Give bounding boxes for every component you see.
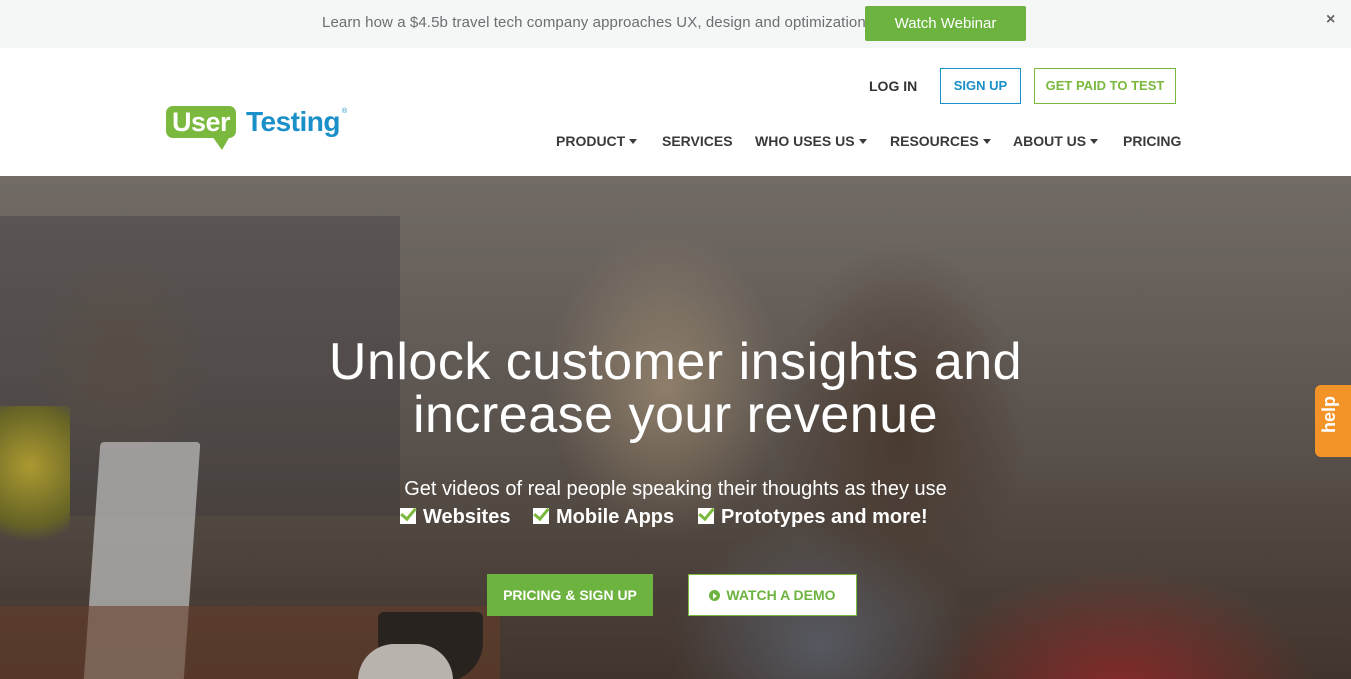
check-label: Websites xyxy=(423,506,511,528)
nav-about-us-label: ABOUT US xyxy=(1013,133,1087,149)
announcement-bar: Learn how a $4.5b travel tech company ap… xyxy=(0,0,1351,48)
nav-product-label: PRODUCT xyxy=(556,133,626,149)
login-link[interactable]: LOG IN xyxy=(869,78,917,94)
watch-demo-label: WATCH A DEMO xyxy=(726,587,836,603)
play-icon xyxy=(709,590,721,601)
hero-section: Unlock customer insights and increase yo… xyxy=(0,176,1351,679)
hero-headline-line2: increase your revenue xyxy=(412,386,938,444)
nav-pricing-label: PRICING xyxy=(1123,133,1182,149)
logo-speech-tail xyxy=(212,136,230,150)
nav-services-label: SERVICES xyxy=(662,133,733,149)
hero-headline-line1: Unlock customer insights and xyxy=(328,333,1023,391)
checkbox-icon xyxy=(698,508,714,524)
chevron-down-icon xyxy=(1090,139,1099,144)
nav-about-us[interactable]: ABOUT US xyxy=(1013,133,1099,149)
chevron-down-icon xyxy=(858,139,867,144)
announcement-text: Learn how a $4.5b travel tech company ap… xyxy=(322,14,866,31)
checkbox-icon xyxy=(400,508,416,524)
nav-product[interactable]: PRODUCT xyxy=(556,133,638,149)
checkbox-icon xyxy=(533,508,549,524)
watch-webinar-button[interactable]: Watch Webinar xyxy=(865,6,1026,41)
check-item-prototypes: Prototypes and more! xyxy=(698,506,928,529)
nav-resources[interactable]: RESOURCES xyxy=(890,133,991,149)
chevron-down-icon xyxy=(982,139,991,144)
check-label: Mobile Apps xyxy=(556,506,675,528)
chevron-down-icon xyxy=(629,139,638,144)
check-item-mobile-apps: Mobile Apps xyxy=(533,506,674,529)
help-tab-label: help xyxy=(1319,395,1339,433)
logo-testing-text: Testing xyxy=(246,106,340,137)
watch-demo-button[interactable]: WATCH A DEMO xyxy=(688,574,857,616)
nav-who-uses-us[interactable]: WHO USES US xyxy=(755,133,867,149)
close-icon[interactable]: × xyxy=(1326,11,1335,29)
signup-button[interactable]: SIGN UP xyxy=(940,68,1021,104)
site-header: User Testing ® LOG IN SIGN UP GET PAID T… xyxy=(0,48,1351,176)
logo-registered-mark: ® xyxy=(342,108,348,115)
nav-resources-label: RESOURCES xyxy=(890,133,979,149)
pricing-signup-button[interactable]: PRICING & SIGN UP xyxy=(487,574,653,616)
nav-services[interactable]: SERVICES xyxy=(662,133,733,149)
nav-who-uses-us-label: WHO USES US xyxy=(755,133,855,149)
check-label: Prototypes and more! xyxy=(721,506,928,528)
get-paid-to-test-button[interactable]: GET PAID TO TEST xyxy=(1034,68,1176,104)
nav-pricing[interactable]: PRICING xyxy=(1123,133,1181,149)
logo-user-text: User xyxy=(166,106,237,138)
hero-subline: Get videos of real people speaking their… xyxy=(404,478,947,500)
check-item-websites: Websites xyxy=(400,506,510,529)
help-tab[interactable]: help xyxy=(1315,385,1351,457)
